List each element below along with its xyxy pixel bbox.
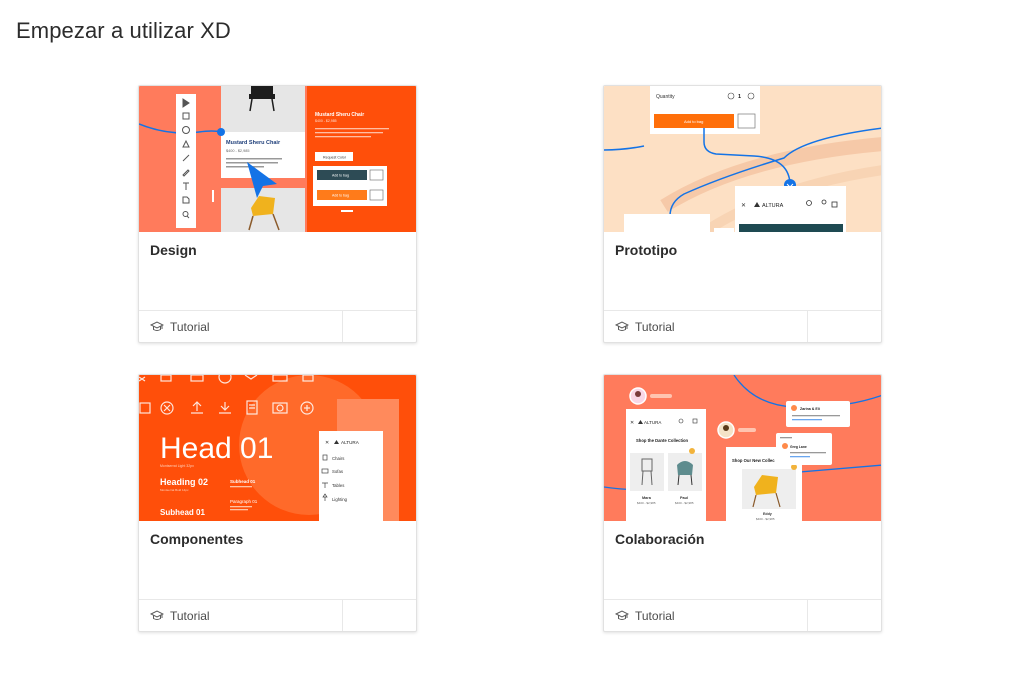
graduation-cap-icon bbox=[615, 321, 629, 331]
tutorial-card-design[interactable]: Mustard Sheru Chair $400 - $2,985 Mustar… bbox=[138, 85, 417, 343]
svg-text:Lighting: Lighting bbox=[332, 497, 348, 502]
svg-text:Heading 02: Heading 02 bbox=[160, 477, 208, 487]
card-title: Colaboración bbox=[615, 531, 705, 547]
svg-text:Paul: Paul bbox=[680, 496, 688, 500]
svg-text:Shop Our New Collec: Shop Our New Collec bbox=[732, 458, 775, 463]
svg-text:Request Color: Request Color bbox=[323, 156, 347, 160]
svg-text:Mustard Sheru Chair: Mustard Sheru Chair bbox=[315, 112, 364, 118]
card-title: Design bbox=[150, 242, 197, 258]
graduation-cap-icon bbox=[150, 321, 164, 331]
tutorial-tag: Tutorial bbox=[615, 609, 675, 623]
svg-text:1: 1 bbox=[738, 94, 741, 100]
svg-text:Subhead 01: Subhead 01 bbox=[230, 479, 256, 484]
svg-text:Add to bag: Add to bag bbox=[332, 194, 349, 198]
tutorial-label: Tutorial bbox=[170, 609, 210, 623]
svg-text:Eddy: Eddy bbox=[763, 512, 772, 516]
svg-text:Quantity: Quantity bbox=[656, 94, 675, 100]
svg-text:$400 - $2,985: $400 - $2,985 bbox=[756, 517, 775, 521]
svg-text:Greg Lane: Greg Lane bbox=[790, 445, 807, 449]
tutorial-tag: Tutorial bbox=[150, 609, 210, 623]
card-footer: Tutorial bbox=[139, 599, 416, 631]
componentes-thumbnail: Head 01 Montserrat Light 32px Heading 02… bbox=[139, 375, 416, 521]
tutorial-label: Tutorial bbox=[170, 320, 210, 334]
tutorial-card-componentes[interactable]: Head 01 Montserrat Light 32px Heading 02… bbox=[138, 374, 417, 632]
tutorial-card-prototipo[interactable]: Quantity 1 Add to bag ✕ ALTURA Prototipo… bbox=[603, 85, 882, 343]
card-title: Componentes bbox=[150, 531, 244, 547]
svg-text:ALTURA: ALTURA bbox=[762, 203, 784, 209]
svg-text:Mustard Sheru Chair: Mustard Sheru Chair bbox=[226, 140, 281, 146]
svg-text:Sofas: Sofas bbox=[332, 469, 343, 474]
card-footer: Tutorial bbox=[604, 599, 881, 631]
card-title: Prototipo bbox=[615, 242, 678, 258]
svg-text:Chairs: Chairs bbox=[332, 456, 344, 461]
svg-text:Paragraph 01: Paragraph 01 bbox=[230, 499, 258, 504]
svg-text:$400 - $2,985: $400 - $2,985 bbox=[637, 501, 656, 505]
svg-text:ALTURA: ALTURA bbox=[644, 420, 661, 425]
svg-text:$400 - $2,985: $400 - $2,985 bbox=[226, 149, 249, 153]
card-footer: Tutorial bbox=[139, 310, 416, 342]
tutorial-tag: Tutorial bbox=[615, 320, 675, 334]
svg-text:✕: ✕ bbox=[325, 440, 329, 446]
graduation-cap-icon bbox=[150, 610, 164, 620]
graduation-cap-icon bbox=[615, 610, 629, 620]
svg-text:✕: ✕ bbox=[741, 203, 746, 209]
svg-text:Montserrat Bold 14px: Montserrat Bold 14px bbox=[160, 488, 189, 492]
svg-text:Add to bag: Add to bag bbox=[332, 174, 349, 178]
svg-text:Shop the Dante Collection: Shop the Dante Collection bbox=[636, 438, 689, 443]
svg-text:Tables: Tables bbox=[332, 483, 344, 488]
tutorial-label: Tutorial bbox=[635, 609, 675, 623]
page-title: Empezar a utilizar XD bbox=[16, 18, 231, 43]
svg-text:Zarina & Eli: Zarina & Eli bbox=[800, 407, 820, 411]
svg-text:Add to bag: Add to bag bbox=[684, 119, 703, 124]
svg-text:Mara: Mara bbox=[642, 496, 652, 500]
svg-text:Subhead 01: Subhead 01 bbox=[160, 508, 205, 517]
footer-divider bbox=[342, 600, 343, 631]
design-thumbnail: Mustard Sheru Chair $400 - $2,985 Mustar… bbox=[139, 86, 416, 232]
svg-text:ALTURA: ALTURA bbox=[341, 440, 360, 445]
svg-text:Head 01: Head 01 bbox=[160, 432, 273, 465]
tutorial-card-colaboracion[interactable]: ✕ ALTURA Shop the Dante Collection Mara … bbox=[603, 374, 882, 632]
card-footer: Tutorial bbox=[604, 310, 881, 342]
tutorial-label: Tutorial bbox=[635, 320, 675, 334]
colaboracion-thumbnail: ✕ ALTURA Shop the Dante Collection Mara … bbox=[604, 375, 881, 521]
svg-text:✕: ✕ bbox=[630, 420, 634, 426]
tutorial-tag: Tutorial bbox=[150, 320, 210, 334]
footer-divider bbox=[807, 311, 808, 342]
svg-text:$400 - $2,985: $400 - $2,985 bbox=[675, 501, 694, 505]
prototipo-thumbnail: Quantity 1 Add to bag ✕ ALTURA bbox=[604, 86, 881, 232]
footer-divider bbox=[807, 600, 808, 631]
svg-text:Montserrat Light 32px: Montserrat Light 32px bbox=[160, 464, 194, 468]
footer-divider bbox=[342, 311, 343, 342]
svg-text:$400 - $2,985: $400 - $2,985 bbox=[315, 119, 337, 123]
